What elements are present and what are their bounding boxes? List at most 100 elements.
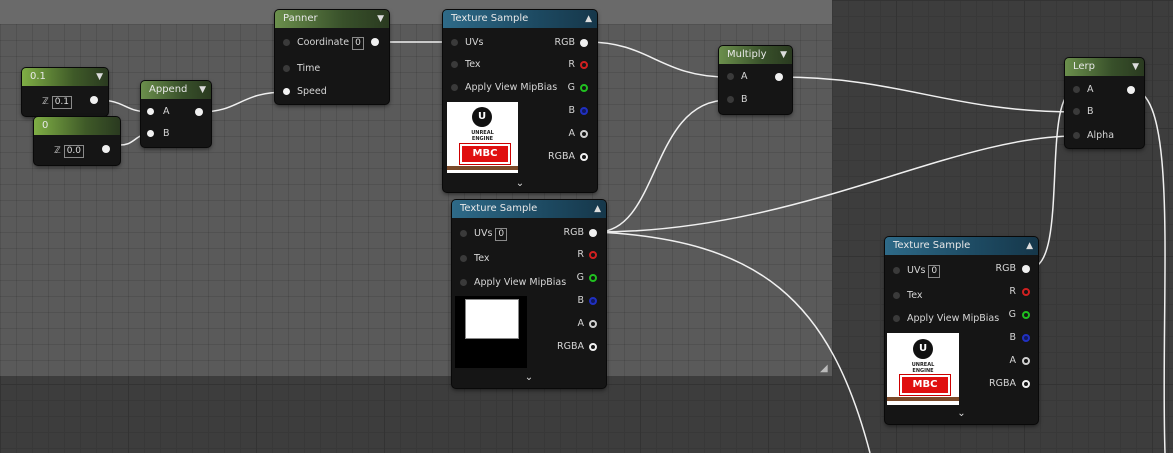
out-g[interactable]: G — [568, 81, 575, 95]
output-pin[interactable] — [371, 38, 379, 46]
out-rgb[interactable]: RGB — [555, 36, 575, 50]
node-header[interactable]: Texture Sample ▲ — [452, 200, 606, 218]
constant-node-2[interactable]: 0 ℤ 0.0 — [34, 117, 120, 165]
panner-node[interactable]: Panner ▼ Coordinate 0 Time Speed — [275, 10, 389, 104]
output-pin-rgba[interactable] — [580, 153, 588, 161]
uvs-value[interactable]: 0 — [928, 265, 941, 278]
pin-b[interactable]: B — [727, 93, 748, 107]
output-pin-rgb[interactable] — [580, 39, 588, 47]
pin-tex[interactable]: Tex — [893, 289, 923, 303]
output-pin-a[interactable] — [1022, 357, 1030, 365]
output-pin-g[interactable] — [580, 84, 588, 92]
input-pin[interactable] — [460, 279, 467, 286]
out-b[interactable]: B — [1009, 331, 1016, 345]
input-pin[interactable] — [451, 39, 458, 46]
chevron-down-icon[interactable]: ⌄ — [452, 372, 606, 383]
chevron-down-icon[interactable]: ▼ — [96, 68, 103, 86]
input-pin[interactable] — [451, 84, 458, 91]
chevron-down-icon[interactable]: ▼ — [199, 81, 206, 99]
out-g[interactable]: G — [577, 271, 584, 285]
chevron-down-icon[interactable]: ⌄ — [443, 178, 597, 189]
output-pin-r[interactable] — [589, 251, 597, 259]
out-r[interactable]: R — [1009, 285, 1016, 299]
output-pin-r[interactable] — [580, 61, 588, 69]
out-rgba[interactable]: RGBA — [989, 377, 1016, 391]
pin-coordinate[interactable]: Coordinate 0 — [283, 36, 364, 50]
output-pin-b[interactable] — [1022, 334, 1030, 342]
pin-a[interactable]: A — [727, 70, 748, 84]
input-pin[interactable] — [460, 230, 467, 237]
constant-node-1[interactable]: 0.1 ▼ ℤ 0.1 — [22, 68, 108, 116]
pin-apply-view-mipbias[interactable]: Apply View MipBias — [460, 276, 566, 290]
input-pin[interactable] — [451, 61, 458, 68]
output-pin-b[interactable] — [589, 297, 597, 305]
output-pin[interactable] — [195, 108, 203, 116]
constant-value[interactable]: 0.0 — [63, 145, 85, 158]
out-b[interactable]: B — [577, 294, 584, 308]
pin-apply-view-mipbias[interactable]: Apply View MipBias — [893, 312, 999, 326]
input-pin[interactable] — [1073, 132, 1080, 139]
input-pin[interactable] — [1073, 108, 1080, 115]
input-pin[interactable] — [283, 39, 290, 46]
out-rgb[interactable]: RGB — [564, 226, 584, 240]
input-pin[interactable] — [727, 73, 734, 80]
out-rgb[interactable]: RGB — [996, 262, 1016, 276]
chevron-down-icon[interactable]: ▼ — [377, 10, 384, 28]
pin-a[interactable]: A — [1073, 83, 1094, 97]
texture-sample-node-3[interactable]: Texture Sample ▲ UVs 0 Tex Apply View Mip… — [885, 237, 1038, 424]
pin-tex[interactable]: Tex — [460, 252, 490, 266]
chevron-up-icon[interactable]: ▲ — [1026, 237, 1033, 255]
pin-uvs[interactable]: UVs 0 — [460, 227, 508, 241]
output-pin-r[interactable] — [1022, 288, 1030, 296]
pin-uvs[interactable]: UVs 0 — [893, 264, 941, 278]
out-b[interactable]: B — [568, 104, 575, 118]
input-pin[interactable] — [1073, 86, 1080, 93]
texture-sample-node-1[interactable]: Texture Sample ▲ UVs Tex Apply View MipB… — [443, 10, 597, 192]
node-header[interactable]: Texture Sample ▲ — [885, 237, 1038, 255]
node-header[interactable]: 0 — [34, 117, 120, 135]
value-row[interactable]: ℤ 0.0 — [54, 144, 85, 158]
out-a[interactable]: A — [1010, 354, 1017, 368]
output-pin[interactable] — [1127, 86, 1135, 94]
value-row[interactable]: ℤ 0.1 — [42, 95, 73, 109]
out-r[interactable]: R — [568, 58, 575, 72]
pin-alpha[interactable]: Alpha — [1073, 129, 1114, 143]
input-pin[interactable] — [283, 88, 290, 95]
input-pin[interactable] — [147, 130, 154, 137]
texture-sample-node-2[interactable]: Texture Sample ▲ UVs 0 Tex Apply View Mip… — [452, 200, 606, 388]
chevron-down-icon[interactable]: ⌄ — [885, 408, 1038, 419]
pin-speed[interactable]: Speed — [283, 85, 327, 99]
uvs-value[interactable]: 0 — [495, 228, 508, 241]
out-rgba[interactable]: RGBA — [548, 150, 575, 164]
pin-a[interactable]: A — [147, 105, 170, 119]
output-pin[interactable] — [775, 73, 783, 81]
output-pin[interactable] — [90, 96, 98, 104]
node-header[interactable]: Multiply ▼ — [719, 46, 792, 64]
node-header[interactable]: 0.1 ▼ — [22, 68, 108, 86]
pin-apply-view-mipbias[interactable]: Apply View MipBias — [451, 81, 557, 95]
output-pin-rgba[interactable] — [589, 343, 597, 351]
pin-b[interactable]: B — [1073, 105, 1094, 119]
input-pin[interactable] — [727, 96, 734, 103]
node-header[interactable]: Lerp ▼ — [1065, 58, 1144, 76]
out-a[interactable]: A — [569, 127, 576, 141]
output-pin-g[interactable] — [589, 274, 597, 282]
input-pin[interactable] — [460, 255, 467, 262]
out-r[interactable]: R — [577, 248, 584, 262]
output-pin-a[interactable] — [580, 130, 588, 138]
out-rgba[interactable]: RGBA — [557, 340, 584, 354]
pin-time[interactable]: Time — [283, 62, 320, 76]
multiply-node[interactable]: Multiply ▼ A B — [719, 46, 792, 114]
pin-b[interactable]: B — [147, 127, 170, 141]
node-header[interactable]: Panner ▼ — [275, 10, 389, 28]
lerp-node[interactable]: Lerp ▼ A B Alpha — [1065, 58, 1144, 148]
out-g[interactable]: G — [1009, 308, 1016, 322]
chevron-down-icon[interactable]: ▼ — [780, 46, 787, 64]
input-pin[interactable] — [893, 267, 900, 274]
append-node[interactable]: Append ▼ A B — [141, 81, 211, 147]
input-pin[interactable] — [893, 315, 900, 322]
chevron-down-icon[interactable]: ▼ — [1132, 58, 1139, 76]
output-pin-rgb[interactable] — [589, 229, 597, 237]
input-pin[interactable] — [147, 108, 154, 115]
pin-uvs[interactable]: UVs — [451, 36, 483, 50]
